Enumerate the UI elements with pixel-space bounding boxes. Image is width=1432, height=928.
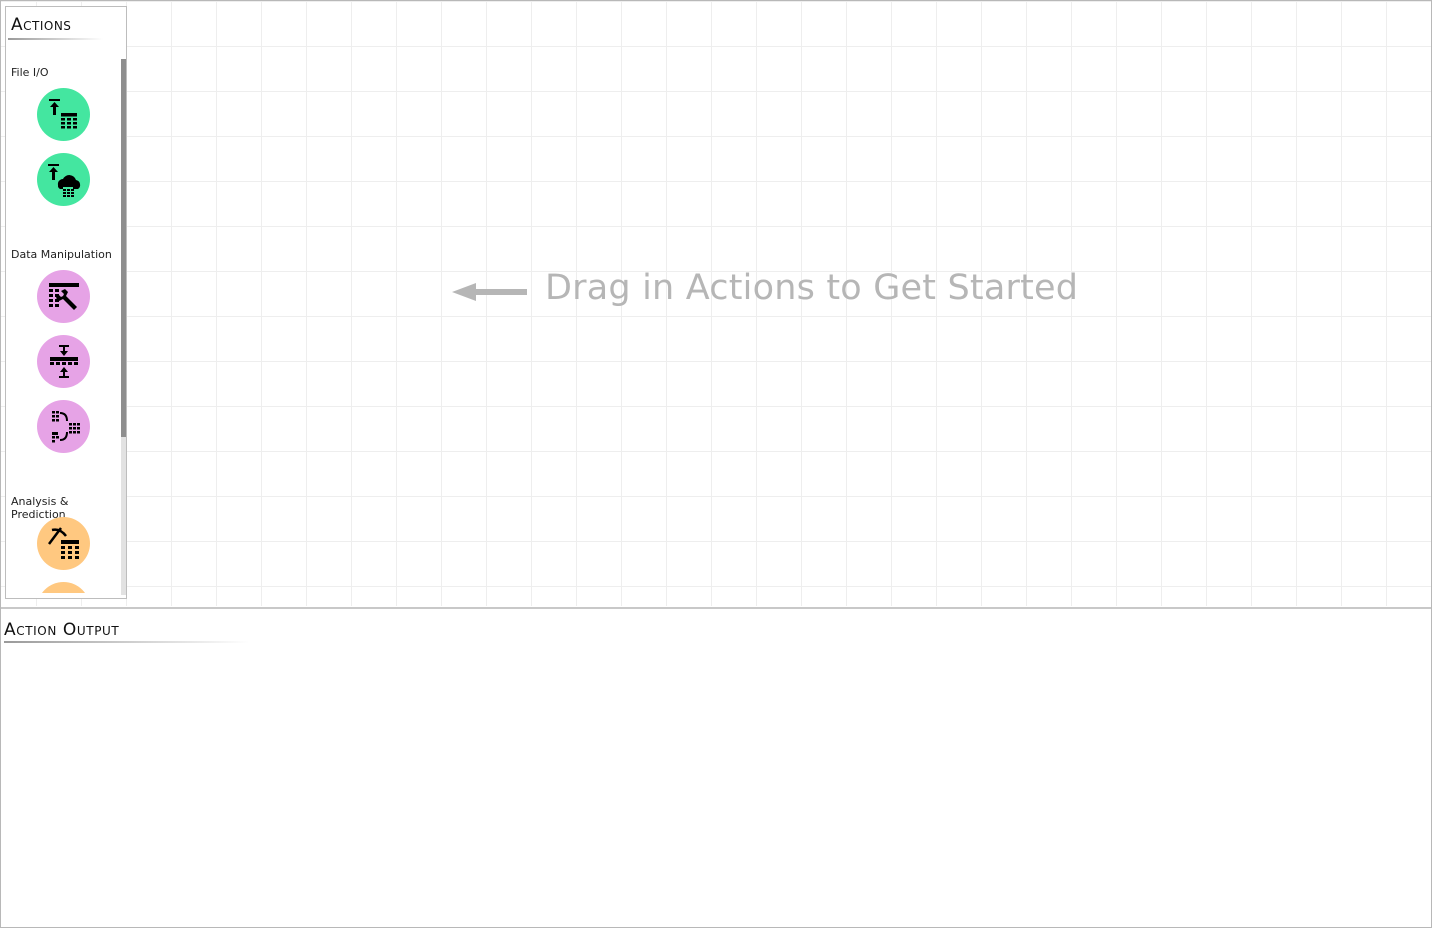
action-upload-table[interactable] [37,88,90,141]
action-pickaxe-analysis[interactable] [37,517,90,570]
analysis-icon [44,589,84,594]
pane-divider[interactable] [1,607,1431,609]
actions-panel-title: Actions [11,15,72,35]
action-upload-cloud-table[interactable] [37,153,90,206]
actions-scroll-area[interactable]: File I/O Data Manipulation Analysis & Pr… [6,51,126,593]
title-underline [8,38,103,40]
canvas-hint: Drag in Actions to Get Started [545,268,1079,308]
upload-cloud-table-icon [47,163,80,197]
table-merge-rows-icon [49,344,78,378]
action-table-transform[interactable] [37,270,90,323]
section-label-data-manipulation: Data Manipulation [11,248,112,261]
output-title: Action Output [4,620,120,640]
table-join-icon [51,410,80,442]
table-wrench-icon [48,282,79,310]
section-label-file-io: File I/O [11,66,49,79]
scrollbar-thumb[interactable] [121,59,126,437]
action-analysis[interactable] [37,582,90,593]
action-table-join[interactable] [37,400,90,453]
action-output-area [1,648,1431,926]
upload-table-icon [48,98,77,128]
actions-panel: Actions File I/O Data Manipulation Analy… [5,6,127,599]
output-title-underline [4,641,249,643]
action-table-merge-rows[interactable] [37,335,90,388]
arrow-left-icon [452,283,527,301]
pickaxe-table-icon [47,526,79,559]
